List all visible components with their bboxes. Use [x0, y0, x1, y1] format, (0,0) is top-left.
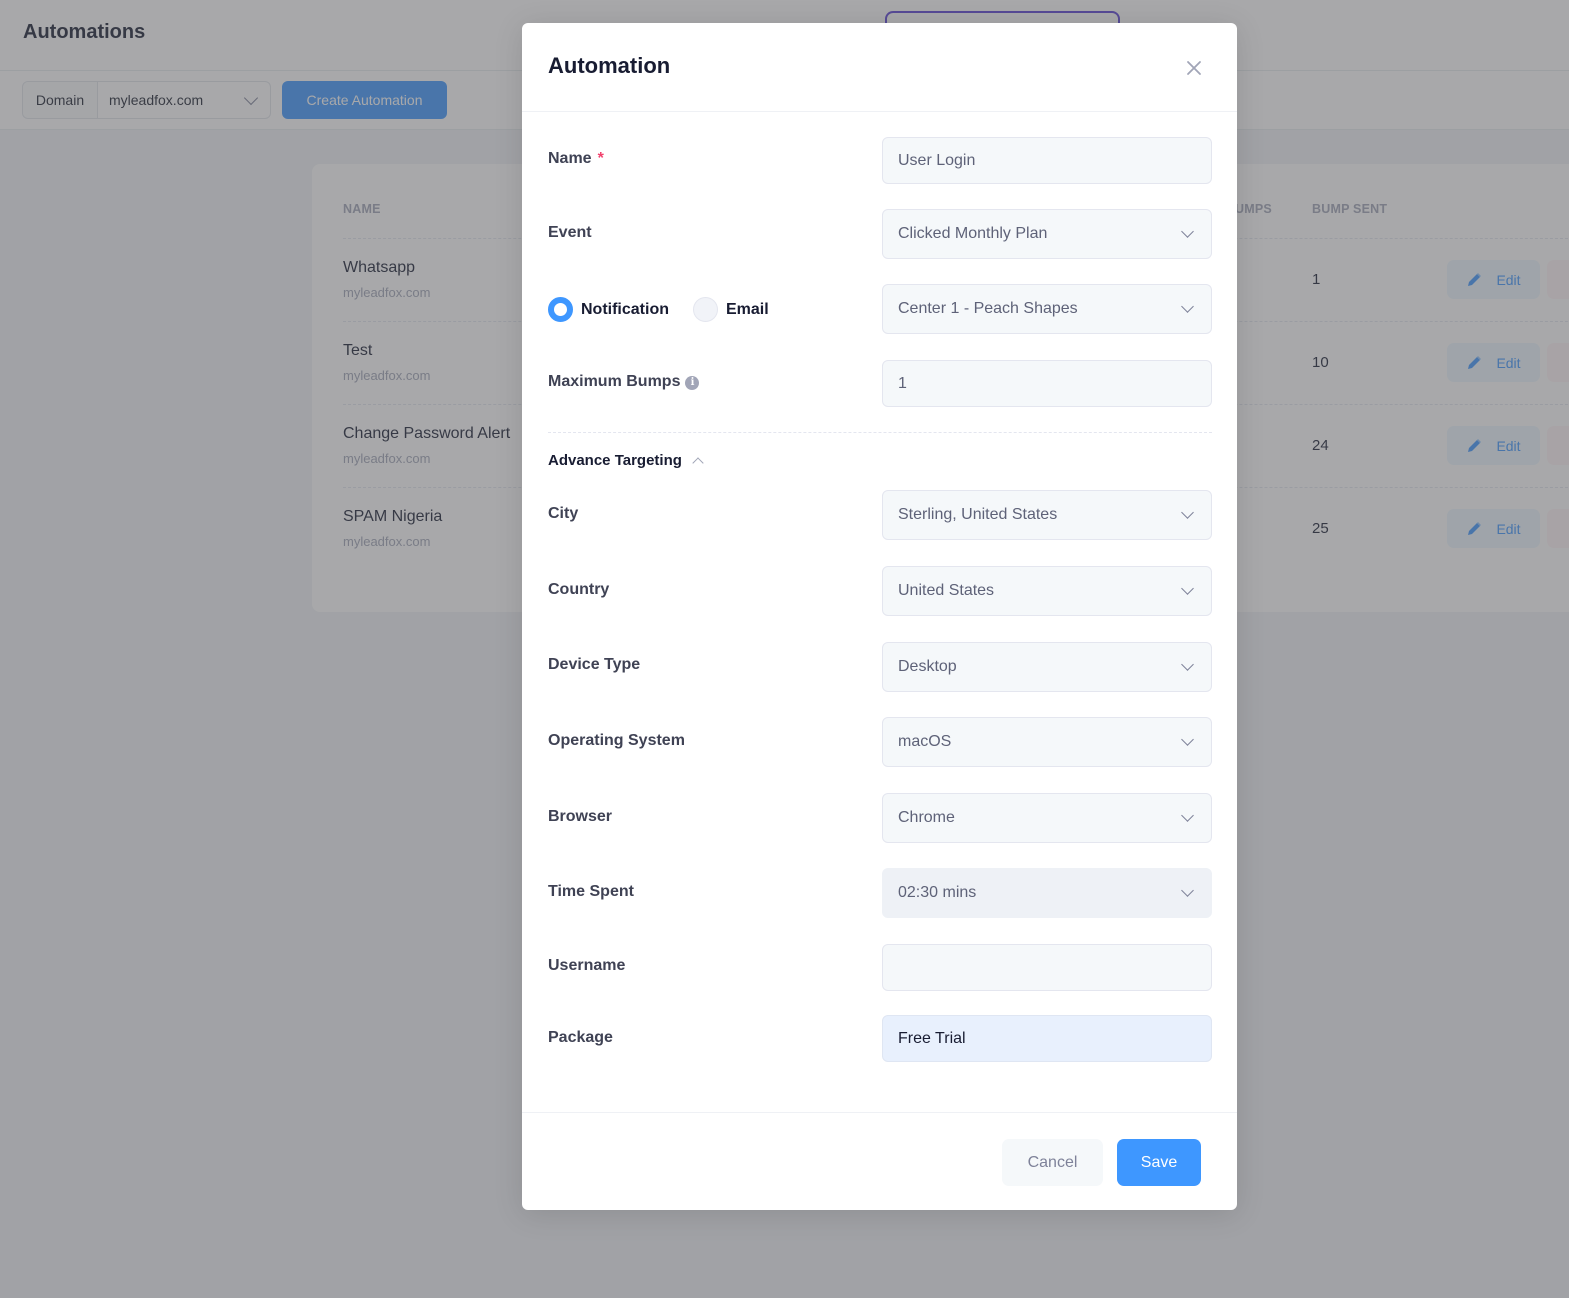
- username-input[interactable]: [882, 944, 1212, 991]
- cancel-button[interactable]: Cancel: [1002, 1139, 1103, 1186]
- browser-label: Browser: [548, 808, 613, 825]
- event-select-value: Clicked Monthly Plan: [898, 225, 1048, 242]
- package-input[interactable]: Free Trial: [882, 1015, 1212, 1062]
- chevron-down-icon: [1181, 809, 1194, 822]
- section-divider: [548, 432, 1212, 433]
- time-spent-select[interactable]: 02:30 mins: [882, 868, 1212, 918]
- info-icon[interactable]: i: [685, 375, 700, 390]
- chevron-down-icon: [1181, 225, 1194, 238]
- city-label: City: [548, 505, 579, 522]
- template-select-value: Center 1 - Peach Shapes: [898, 300, 1078, 317]
- email-radio[interactable]: [693, 297, 718, 322]
- max-bumps-input[interactable]: 1: [882, 360, 1212, 407]
- city-select-value: Sterling, United States: [898, 506, 1058, 523]
- advance-targeting-label: Advance Targeting: [548, 452, 682, 469]
- notification-radio-label[interactable]: Notification: [581, 301, 669, 319]
- chevron-down-icon: [1181, 300, 1194, 313]
- browser-select-value: Chrome: [898, 809, 955, 826]
- close-icon: [1187, 61, 1201, 75]
- package-input-value: Free Trial: [898, 1029, 966, 1047]
- name-input-value: User Login: [898, 151, 976, 169]
- city-select[interactable]: Sterling, United States: [882, 490, 1212, 540]
- event-label: Event: [548, 224, 592, 241]
- time-spent-select-value: 02:30 mins: [898, 884, 977, 901]
- max-bumps-value: 1: [898, 374, 907, 392]
- chevron-down-icon: [1181, 582, 1194, 595]
- template-select[interactable]: Center 1 - Peach Shapes: [882, 284, 1212, 334]
- close-button[interactable]: [1182, 56, 1206, 80]
- username-label: Username: [548, 957, 626, 974]
- package-label: Package: [548, 1029, 613, 1046]
- modal-title: Automation: [548, 53, 671, 78]
- modal-footer: Cancel Save: [522, 1112, 1237, 1210]
- email-radio-label[interactable]: Email: [726, 301, 769, 319]
- automation-modal: Automation Name * User Login Event Clicke…: [522, 23, 1237, 1210]
- notification-radio[interactable]: [548, 297, 573, 322]
- time-spent-label: Time Spent: [548, 883, 634, 900]
- chevron-down-icon: [1181, 506, 1194, 519]
- chevron-down-icon: [1181, 884, 1194, 897]
- max-bumps-label-text: Maximum Bumps: [548, 373, 681, 390]
- os-select-value: macOS: [898, 733, 952, 750]
- country-select-value: United States: [898, 582, 995, 599]
- channel-radio-group: Notification Email: [548, 297, 785, 322]
- max-bumps-label: Maximum Bumps i: [548, 373, 700, 391]
- chevron-down-icon: [1181, 658, 1194, 671]
- name-input[interactable]: User Login: [882, 137, 1212, 184]
- country-label: Country: [548, 581, 610, 598]
- browser-select[interactable]: Chrome: [882, 793, 1212, 843]
- device-type-label: Device Type: [548, 656, 641, 673]
- save-button[interactable]: Save: [1117, 1139, 1201, 1186]
- event-select[interactable]: Clicked Monthly Plan: [882, 209, 1212, 259]
- os-select[interactable]: macOS: [882, 717, 1212, 767]
- required-mark: *: [597, 150, 604, 167]
- modal-header: Automation: [522, 23, 1237, 112]
- device-type-select-value: Desktop: [898, 658, 957, 675]
- name-label: Name *: [548, 150, 604, 168]
- country-select[interactable]: United States: [882, 566, 1212, 616]
- device-type-select[interactable]: Desktop: [882, 642, 1212, 692]
- name-label-text: Name: [548, 150, 592, 167]
- chevron-down-icon: [1181, 733, 1194, 746]
- advance-targeting-toggle[interactable]: Advance Targeting: [548, 452, 704, 469]
- os-label: Operating System: [548, 732, 685, 749]
- chevron-up-icon: [692, 456, 704, 469]
